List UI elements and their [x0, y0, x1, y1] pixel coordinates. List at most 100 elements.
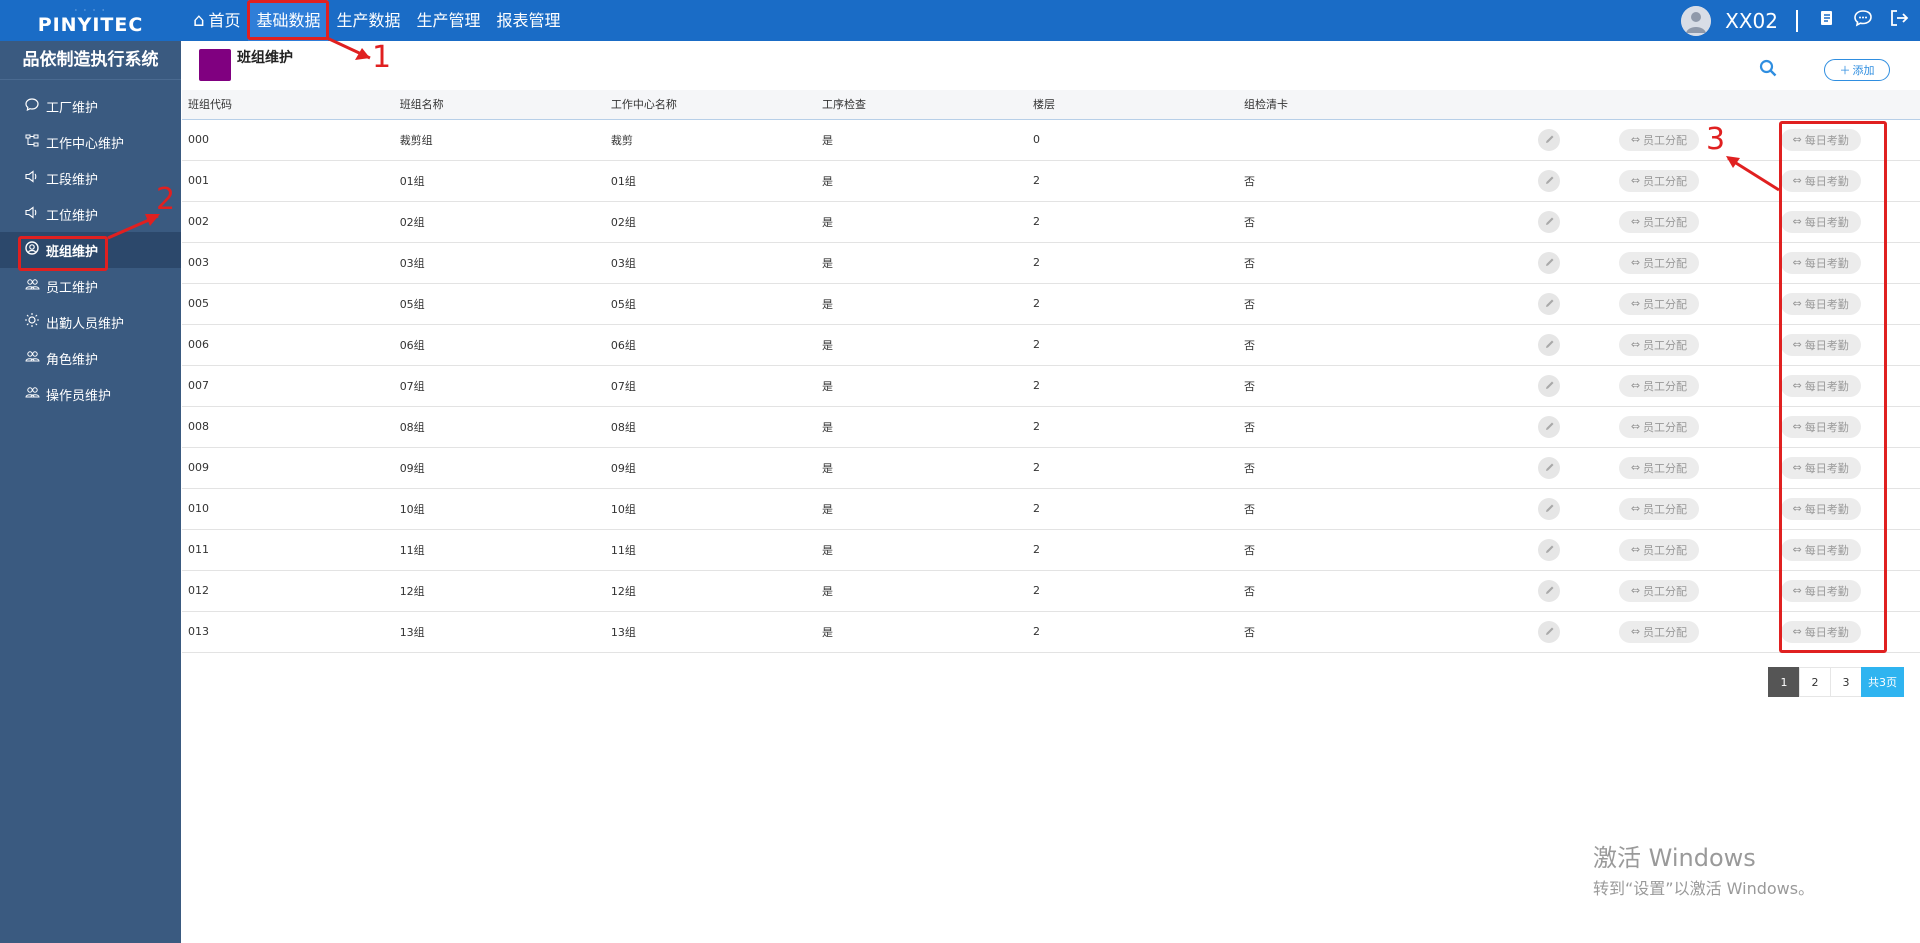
sidebar-item-role[interactable]: 角色维护	[0, 340, 181, 376]
sidebar-item-label: 员工维护	[46, 280, 99, 296]
assign-staff-button[interactable]: ⇔ 员工分配	[1618, 579, 1700, 602]
cell-center: 01组	[604, 160, 817, 202]
table-row[interactable]: 012 12组 12组是 2 否 ⇔ 员工分配 ⇔ 每日考勤	[182, 570, 1920, 612]
edit-icon[interactable]	[1538, 538, 1561, 561]
edit-icon[interactable]	[1538, 374, 1561, 397]
user-name[interactable]: XX02	[1725, 9, 1778, 33]
assign-staff-button[interactable]: ⇔ 员工分配	[1618, 620, 1700, 643]
edit-icon[interactable]	[1538, 251, 1561, 274]
link-icon: ⇔	[1630, 297, 1641, 310]
cell-assign: ⇔ 员工分配	[1592, 201, 1755, 243]
edit-icon[interactable]	[1538, 497, 1561, 520]
avatar[interactable]	[1681, 5, 1712, 36]
nav-production-data-label: 生产数据	[336, 11, 401, 30]
edit-icon[interactable]	[1538, 415, 1561, 438]
search-icon[interactable]	[1759, 59, 1777, 82]
logout-icon[interactable]	[1888, 9, 1910, 32]
edit-icon[interactable]	[1538, 579, 1561, 602]
cell-name: 12组	[393, 570, 605, 612]
column-header[interactable]: 组检清卡	[1237, 90, 1444, 120]
cell-card: 否	[1237, 324, 1444, 366]
column-header-empty	[1592, 90, 1755, 120]
table-row[interactable]: 001 01组 01组是 2 否 ⇔ 员工分配 ⇔ 每日考勤	[182, 160, 1920, 202]
sidebar-item-station[interactable]: 工位维护	[0, 196, 181, 232]
edit-icon[interactable]	[1538, 333, 1561, 356]
cell-name: 10组	[393, 488, 605, 530]
page-button[interactable]: 1	[1768, 667, 1800, 697]
add-button[interactable]: ＋ 添加	[1824, 59, 1890, 81]
table-row[interactable]: 008 08组 08组是 2 否 ⇔ 员工分配 ⇔ 每日考勤	[182, 406, 1920, 448]
message-icon[interactable]	[1852, 9, 1874, 32]
table-row[interactable]: 007 07组 07组是 2 否 ⇔ 员工分配 ⇔ 每日考勤	[182, 365, 1920, 407]
column-header[interactable]: 工作中心名称	[604, 90, 817, 120]
sidebar: 品依制造执行系统 工厂维护 工作中心维护 工段维护 工位维护 班组维护 员工维护…	[0, 41, 181, 943]
assign-staff-button[interactable]: ⇔ 员工分配	[1618, 333, 1700, 356]
page-button[interactable]: 3	[1830, 667, 1862, 697]
cell-center: 12组	[604, 570, 817, 612]
table-row[interactable]: 006 06组 06组是 2 否 ⇔ 员工分配 ⇔ 每日考勤	[182, 324, 1920, 366]
cell-card: 否	[1237, 611, 1444, 653]
sidebar-item-operator[interactable]: 操作员维护	[0, 376, 181, 412]
notepad-icon[interactable]	[1816, 9, 1838, 32]
edit-icon[interactable]	[1538, 620, 1561, 643]
sidebar-item-employee[interactable]: 员工维护	[0, 268, 181, 304]
cell-floor: 2	[1027, 529, 1238, 571]
sidebar-item-factory[interactable]: 工厂维护	[0, 88, 181, 124]
table-row[interactable]: 011 11组 11组是 2 否 ⇔ 员工分配 ⇔ 每日考勤	[182, 529, 1920, 571]
edit-icon[interactable]	[1538, 210, 1561, 233]
assign-staff-button[interactable]: ⇔ 员工分配	[1618, 128, 1700, 151]
assign-staff-button[interactable]: ⇔ 员工分配	[1618, 374, 1700, 397]
assign-staff-button[interactable]: ⇔ 员工分配	[1618, 415, 1700, 438]
sidebar-item-section[interactable]: 工段维护	[0, 160, 181, 196]
column-header[interactable]: 工序检查	[816, 90, 1027, 120]
cell-floor: 2	[1027, 406, 1238, 448]
table-row[interactable]: 003 03组 03组是 2 否 ⇔ 员工分配 ⇔ 每日考勤	[182, 242, 1920, 284]
edit-icon[interactable]	[1538, 292, 1561, 315]
assign-staff-button[interactable]: ⇔ 员工分配	[1618, 292, 1700, 315]
table-row[interactable]: 010 10组 10组是 2 否 ⇔ 员工分配 ⇔ 每日考勤	[182, 488, 1920, 530]
sidebar-item-work-center[interactable]: 工作中心维护	[0, 124, 181, 160]
cell-code: 007	[182, 365, 394, 407]
logo-text: PINYITEC	[37, 13, 144, 36]
column-header[interactable]: 班组名称	[393, 90, 605, 120]
assign-staff-button[interactable]: ⇔ 员工分配	[1618, 538, 1700, 561]
annotation-label-3: 3	[1706, 122, 1726, 157]
assign-staff-button[interactable]: ⇔ 员工分配	[1618, 456, 1700, 479]
cell-assign: ⇔ 员工分配	[1592, 119, 1755, 161]
link-icon: ⇔	[1630, 461, 1641, 474]
plus-icon: ＋	[1839, 64, 1851, 77]
column-header[interactable]: 班组代码	[182, 90, 394, 120]
cell-check: 是	[816, 406, 1027, 448]
table-row[interactable]: 009 09组 09组是 2 否 ⇔ 员工分配 ⇔ 每日考勤	[182, 447, 1920, 489]
nav-production-data[interactable]: 生产数据	[328, 0, 408, 41]
nav-production-management[interactable]: 生产管理	[408, 0, 488, 41]
column-header[interactable]: 楼层	[1027, 90, 1238, 120]
nav-report-management[interactable]: 报表管理	[489, 0, 569, 41]
cell-name: 06组	[393, 324, 605, 366]
edit-icon[interactable]	[1538, 128, 1561, 151]
edit-icon[interactable]	[1538, 456, 1561, 479]
edit-icon[interactable]	[1538, 169, 1561, 192]
assign-staff-button[interactable]: ⇔ 员工分配	[1618, 251, 1700, 274]
cell-check: 是	[816, 488, 1027, 530]
cell-center: 07组	[604, 365, 817, 407]
assign-staff-button[interactable]: ⇔ 员工分配	[1618, 497, 1700, 520]
table-row[interactable]: 002 02组 02组是 2 否 ⇔ 员工分配 ⇔ 每日考勤	[182, 201, 1920, 243]
cell-edit	[1443, 160, 1593, 202]
annotation-box-nav	[247, 0, 329, 40]
sidebar-item-attendance-staff[interactable]: 出勤人员维护	[0, 304, 181, 340]
cell-card: 否	[1237, 447, 1444, 489]
table-row[interactable]: 013 13组 13组是 2 否 ⇔ 员工分配 ⇔ 每日考勤	[182, 611, 1920, 653]
speaker-icon	[24, 169, 40, 187]
nav-home[interactable]: ⌂ 首页	[185, 0, 248, 41]
watermark-line1: 激活 Windows	[1593, 844, 1756, 872]
link-icon: ⇔	[1630, 584, 1641, 597]
cell-center: 03组	[604, 242, 817, 284]
cell-name: 01组	[393, 160, 605, 202]
table-row[interactable]: 000 裁剪组 裁剪是 0 ⇔ 员工分配 ⇔ 每日考勤	[182, 119, 1920, 161]
assign-staff-button[interactable]: ⇔ 员工分配	[1618, 169, 1700, 192]
table-row[interactable]: 005 05组 05组是 2 否 ⇔ 员工分配 ⇔ 每日考勤	[182, 283, 1920, 325]
assign-staff-label: 员工分配	[1643, 461, 1688, 475]
assign-staff-button[interactable]: ⇔ 员工分配	[1618, 210, 1700, 233]
page-button[interactable]: 2	[1799, 667, 1831, 697]
